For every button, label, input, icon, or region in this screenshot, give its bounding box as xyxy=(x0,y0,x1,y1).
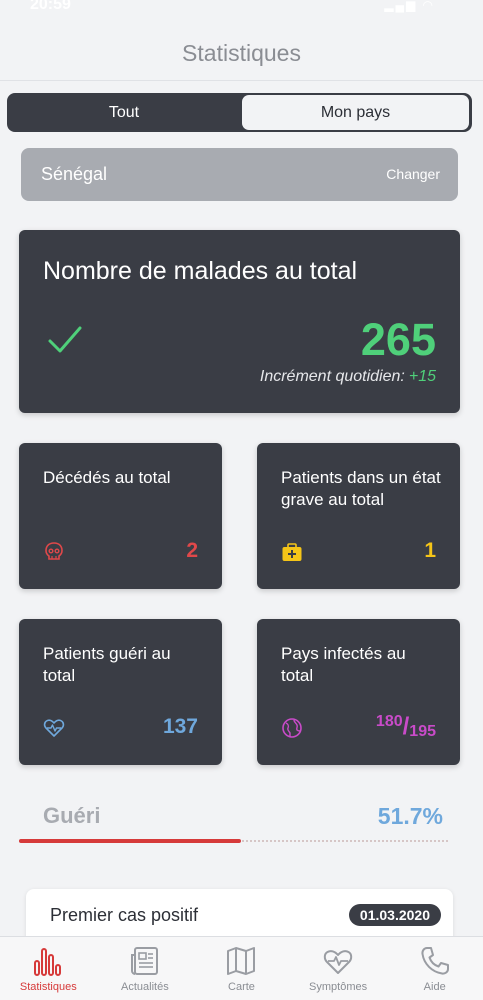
header-divider xyxy=(0,80,483,81)
map-icon xyxy=(227,947,256,975)
tab-label: Aide xyxy=(423,981,446,993)
healed-percent: 51.7% xyxy=(377,803,443,829)
newspaper-icon xyxy=(130,947,158,975)
deaths-value: 2 xyxy=(186,539,198,562)
total-cases-title: Nombre de malades au total xyxy=(43,257,358,285)
status-bar: 20:59 ▂▄▆ ◠ xyxy=(0,0,483,14)
phone-icon xyxy=(421,947,449,975)
recovered-card: Patients guéri au total 137 xyxy=(19,619,222,765)
change-country-button[interactable]: Changer xyxy=(386,166,440,182)
tab-actualites[interactable]: Actualités xyxy=(97,937,194,1000)
daily-increment-label: Incrément quotidien: xyxy=(259,368,405,385)
infected-countries-value: 180 xyxy=(375,713,403,730)
daily-increment-value: +15 xyxy=(408,368,436,385)
tab-label: Symptômes xyxy=(309,981,368,993)
tab-symptomes[interactable]: Symptômes xyxy=(290,937,387,1000)
critical-value: 1 xyxy=(424,539,436,562)
recovered-title: Patients guéri au total xyxy=(43,644,171,685)
deaths-title: Décédés au total xyxy=(43,468,171,487)
infected-countries-ratio: 180/195 xyxy=(376,713,436,741)
total-cases-card: Nombre de malades au total 265 Incrément… xyxy=(19,230,460,413)
bar-chart-icon xyxy=(34,948,62,976)
healed-label: Guéri xyxy=(43,803,101,828)
checkmark-icon xyxy=(48,326,82,353)
recovered-value: 137 xyxy=(162,715,198,738)
first-case-date-badge: 01.03.2020 xyxy=(348,904,441,926)
heart-pulse-icon xyxy=(323,950,353,974)
segment-mon-pays[interactable]: Mon pays xyxy=(242,95,469,130)
signal-wifi-icon: ▂▄▆ ◠ xyxy=(384,0,435,12)
tab-carte[interactable]: Carte xyxy=(193,937,290,1000)
first-case-label: Premier cas positif xyxy=(50,905,199,925)
status-time: 20:59 xyxy=(30,0,71,13)
total-cases-value: 265 xyxy=(360,314,436,365)
total-countries-value: 195 xyxy=(409,723,436,740)
critical-card: Patients dans un état grave au total 1 xyxy=(257,443,460,589)
first-aid-kit-icon xyxy=(282,543,302,561)
tab-label: Carte xyxy=(228,981,255,993)
tab-statistiques[interactable]: Statistiques xyxy=(0,937,97,1000)
infected-countries-title: Pays infectés au total xyxy=(281,644,406,685)
progress-fill xyxy=(19,839,241,843)
critical-title: Patients dans un état grave au total xyxy=(281,468,441,509)
heart-pulse-icon xyxy=(43,719,65,737)
scope-segmented-control: Tout Mon pays xyxy=(7,93,472,132)
tab-label: Actualités xyxy=(121,981,169,993)
healed-progress-bar xyxy=(19,839,448,843)
globe-icon xyxy=(282,718,302,738)
tab-label: Statistiques xyxy=(19,981,77,993)
infected-countries-card: Pays infectés au total 180/195 xyxy=(257,619,460,765)
deaths-card: Décédés au total 2 xyxy=(19,443,222,589)
page-title: Statistiques xyxy=(182,40,301,66)
tab-aide[interactable]: Aide xyxy=(386,937,483,1000)
segment-tout[interactable]: Tout xyxy=(9,95,239,130)
country-selector: Sénégal Changer xyxy=(21,148,458,201)
bottom-tab-bar: Statistiques Actualités Carte Symptômes xyxy=(0,936,483,1000)
country-name: Sénégal xyxy=(41,164,108,184)
daily-increment: Incrément quotidien: +15 xyxy=(260,368,436,386)
skull-icon xyxy=(45,542,63,560)
